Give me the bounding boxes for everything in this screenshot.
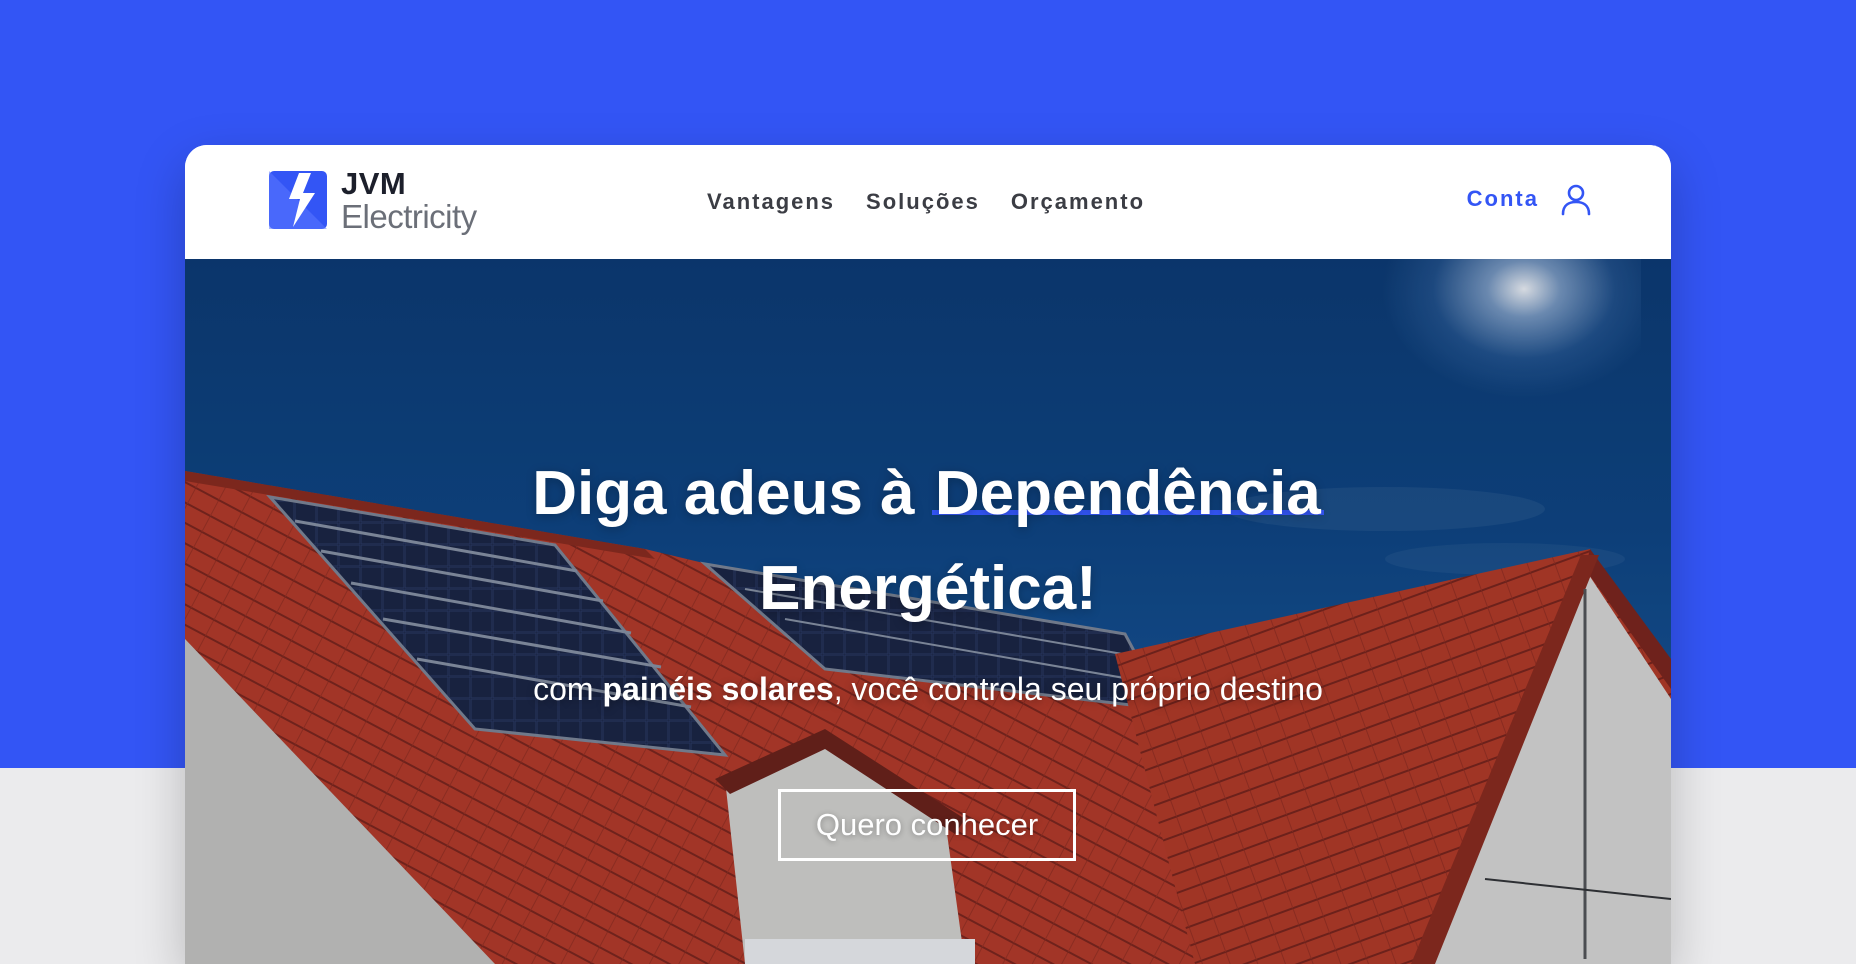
main-nav: Vantagens Soluções Orçamento [707,185,1145,219]
hero-subtitle-suffix: , você controla seu próprio destino [833,671,1323,707]
hero-title-part1: Diga adeus à [532,459,932,528]
brand-logo[interactable]: JVM Electricity [269,167,499,237]
nav-item-orcamento[interactable]: Orçamento [1011,185,1145,219]
hero-subtitle-bold: painéis solares [602,671,834,707]
account-button[interactable]: Conta [1467,182,1593,216]
brand-name-line1: JVM [341,166,407,201]
account-label: Conta [1466,186,1539,211]
lightning-logo-icon [269,171,327,229]
hero-title-highlight: Dependência [931,459,1324,528]
hero-subtitle: com painéis solares, você controla seu p… [185,671,1671,708]
site-header: JVM Electricity Vantagens Soluções Orçam… [185,145,1671,259]
hero-section: Diga adeus à Dependência Energética! com… [185,259,1671,964]
hero-subtitle-prefix: com [533,671,603,707]
cta-button[interactable]: Quero conhecer [778,789,1076,861]
website-window: JVM Electricity Vantagens Soluções Orçam… [185,145,1671,964]
user-icon [1561,184,1591,216]
nav-item-vantagens[interactable]: Vantagens [707,185,835,219]
brand-name-line2: Electricity [341,198,477,235]
hero-title-part2: Energética! [759,554,1097,623]
nav-item-solucoes[interactable]: Soluções [866,185,980,219]
hero-title: Diga adeus à Dependência Energética! [185,446,1671,636]
